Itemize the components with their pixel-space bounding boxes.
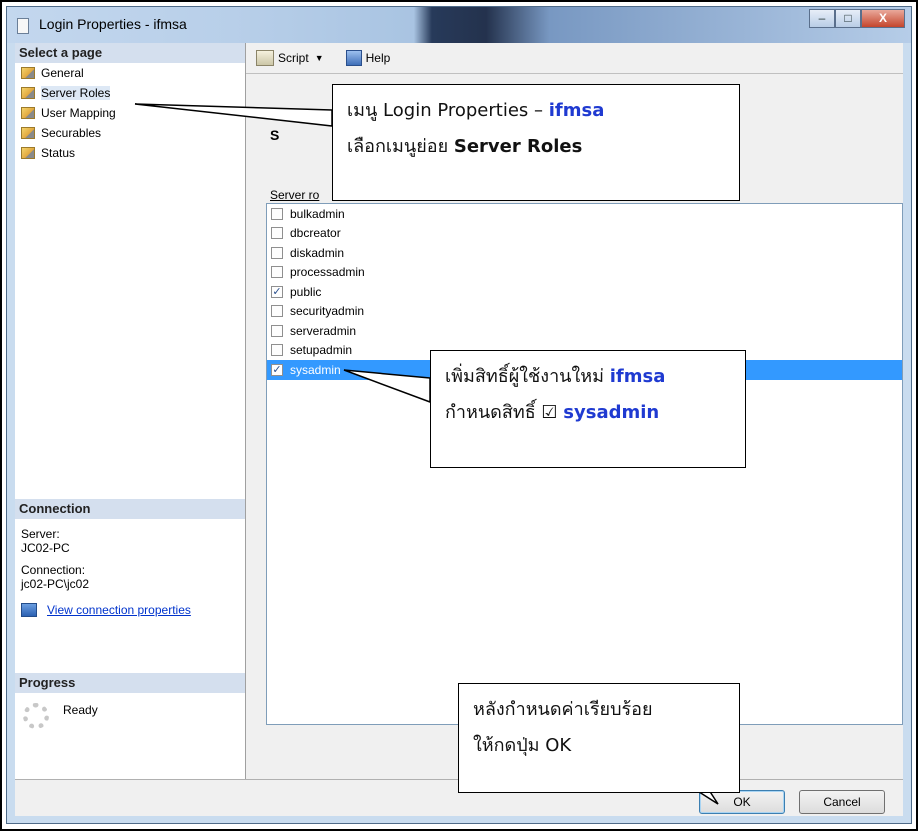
role-checkbox[interactable] xyxy=(271,324,283,337)
page-heading: S xyxy=(270,127,280,143)
page-label: General xyxy=(41,66,84,80)
role-row-diskadmin[interactable]: diskadmin xyxy=(267,243,902,263)
network-icon xyxy=(21,603,37,617)
callout-line: เพิ่มสิทธิ์ผู้ใช้งานใหม่ ifmsa xyxy=(445,359,731,395)
role-checkbox[interactable] xyxy=(271,344,283,357)
role-checkbox[interactable] xyxy=(271,246,283,259)
minimize-button[interactable]: – xyxy=(809,9,835,28)
connection-value: jc02-PC\jc02 xyxy=(21,577,90,591)
toolbar: Script ▼ Help xyxy=(246,43,903,73)
role-checkbox[interactable]: ✓ xyxy=(271,363,283,376)
role-row-dbcreator[interactable]: dbcreator xyxy=(267,224,902,244)
role-row-bulkadmin[interactable]: bulkadmin xyxy=(267,204,902,224)
callout-line: เมนู Login Properties – ifmsa xyxy=(347,93,725,129)
role-name: setupadmin xyxy=(290,343,353,358)
role-name: serveradmin xyxy=(290,323,357,338)
page-icon xyxy=(21,147,35,159)
callout-line: ให้กดปุ่ม OK xyxy=(473,735,572,756)
callout-bold: Server Roles xyxy=(453,136,583,157)
role-checkbox[interactable] xyxy=(271,305,283,318)
page-label: Securables xyxy=(41,126,102,140)
role-checkbox[interactable] xyxy=(271,266,283,279)
callout-highlight: ifmsa xyxy=(548,100,605,121)
caption-buttons: – □ X xyxy=(809,9,905,29)
script-button[interactable]: Script ▼ xyxy=(256,50,332,66)
page-icon xyxy=(21,127,35,139)
callout-text: เพิ่มสิทธิ์ผู้ใช้งานใหม่ xyxy=(445,366,604,387)
role-checkbox[interactable] xyxy=(271,207,283,220)
help-button[interactable]: Help xyxy=(345,50,391,66)
select-page-header: Select a page xyxy=(15,43,245,63)
maximize-button[interactable]: □ xyxy=(835,9,861,28)
callout-text: เลือกเมนูย่อย xyxy=(347,136,449,157)
cancel-button[interactable]: Cancel xyxy=(799,790,885,814)
window-title: Login Properties - ifmsa xyxy=(39,16,187,32)
role-row-processadmin[interactable]: processadmin xyxy=(267,263,902,283)
role-checkbox[interactable]: ✓ xyxy=(271,285,283,298)
callout-ok: หลังกำหนดค่าเรียบร้อย ให้กดปุ่ม OK xyxy=(458,683,740,793)
callout-server-roles: เมนู Login Properties – ifmsa เลือกเมนูย… xyxy=(332,84,740,201)
toolbar-divider xyxy=(246,73,903,74)
callout-line: กำหนดสิทธิ์ ☑ sysadmin xyxy=(445,395,731,431)
view-connection-properties[interactable]: View connection properties xyxy=(15,603,245,617)
role-row-serveradmin[interactable]: serveradmin xyxy=(267,321,902,341)
callout-line: หลังกำหนดค่าเรียบร้อย xyxy=(473,699,653,720)
page-item-securables[interactable]: Securables xyxy=(15,123,245,143)
role-name: sysadmin xyxy=(290,362,341,377)
server-value: JC02-PC xyxy=(21,541,70,555)
page-label: Status xyxy=(41,146,76,160)
page-label: User Mapping xyxy=(41,106,116,120)
role-checkbox[interactable] xyxy=(271,227,283,240)
page-icon xyxy=(21,67,35,79)
role-name: public xyxy=(290,284,322,299)
callout-sysadmin: เพิ่มสิทธิ์ผู้ใช้งานใหม่ ifmsa กำหนดสิทธ… xyxy=(430,350,746,468)
server-roles-caption: Server ro xyxy=(270,188,320,202)
progress-section: Progress Ready xyxy=(15,673,245,739)
role-name: processadmin xyxy=(290,265,365,280)
left-pane: Select a page General Server Roles User … xyxy=(15,43,246,779)
role-name: securityadmin xyxy=(290,304,365,319)
help-label: Help xyxy=(365,51,391,65)
close-button[interactable]: X xyxy=(861,9,905,28)
ok-button[interactable]: OK xyxy=(699,790,785,814)
connection-header: Connection xyxy=(15,499,245,519)
script-label: Script xyxy=(278,51,309,65)
page-item-user-mapping[interactable]: User Mapping xyxy=(15,103,245,123)
progress-status: Ready xyxy=(63,703,98,717)
connection-section: Connection Server: JC02-PC Connection: j… xyxy=(15,499,245,617)
callout-highlight: ifmsa xyxy=(609,366,666,387)
spinner-icon xyxy=(23,703,49,729)
role-name: bulkadmin xyxy=(290,206,345,221)
chevron-down-icon[interactable]: ▼ xyxy=(315,53,324,63)
role-name: dbcreator xyxy=(290,226,341,241)
page-icon xyxy=(21,107,35,119)
progress-header: Progress xyxy=(15,673,245,693)
callout-line: เลือกเมนูย่อย Server Roles xyxy=(347,129,725,165)
page-label: Server Roles xyxy=(41,86,111,100)
page-item-general[interactable]: General xyxy=(15,63,245,83)
role-row-securityadmin[interactable]: securityadmin xyxy=(267,302,902,322)
page-item-server-roles[interactable]: Server Roles xyxy=(15,83,245,103)
progress-row: Ready xyxy=(15,693,245,739)
callout-highlight: sysadmin xyxy=(563,402,660,423)
role-name: diskadmin xyxy=(290,245,345,260)
page-icon xyxy=(21,87,35,99)
view-connection-link[interactable]: View connection properties xyxy=(47,603,191,617)
title-bar[interactable]: Login Properties - ifmsa – □ X xyxy=(7,7,911,43)
callout-text: กำหนดสิทธิ์ ☑ xyxy=(445,402,558,423)
server-label: Server: xyxy=(21,527,60,541)
script-icon xyxy=(256,50,274,66)
help-icon xyxy=(345,50,362,66)
document-icon xyxy=(17,18,29,34)
page-item-status[interactable]: Status xyxy=(15,143,245,163)
callout-text: เมนู Login Properties – xyxy=(347,100,544,121)
connection-label: Connection: xyxy=(21,563,86,577)
role-row-public[interactable]: ✓ public xyxy=(267,282,902,302)
